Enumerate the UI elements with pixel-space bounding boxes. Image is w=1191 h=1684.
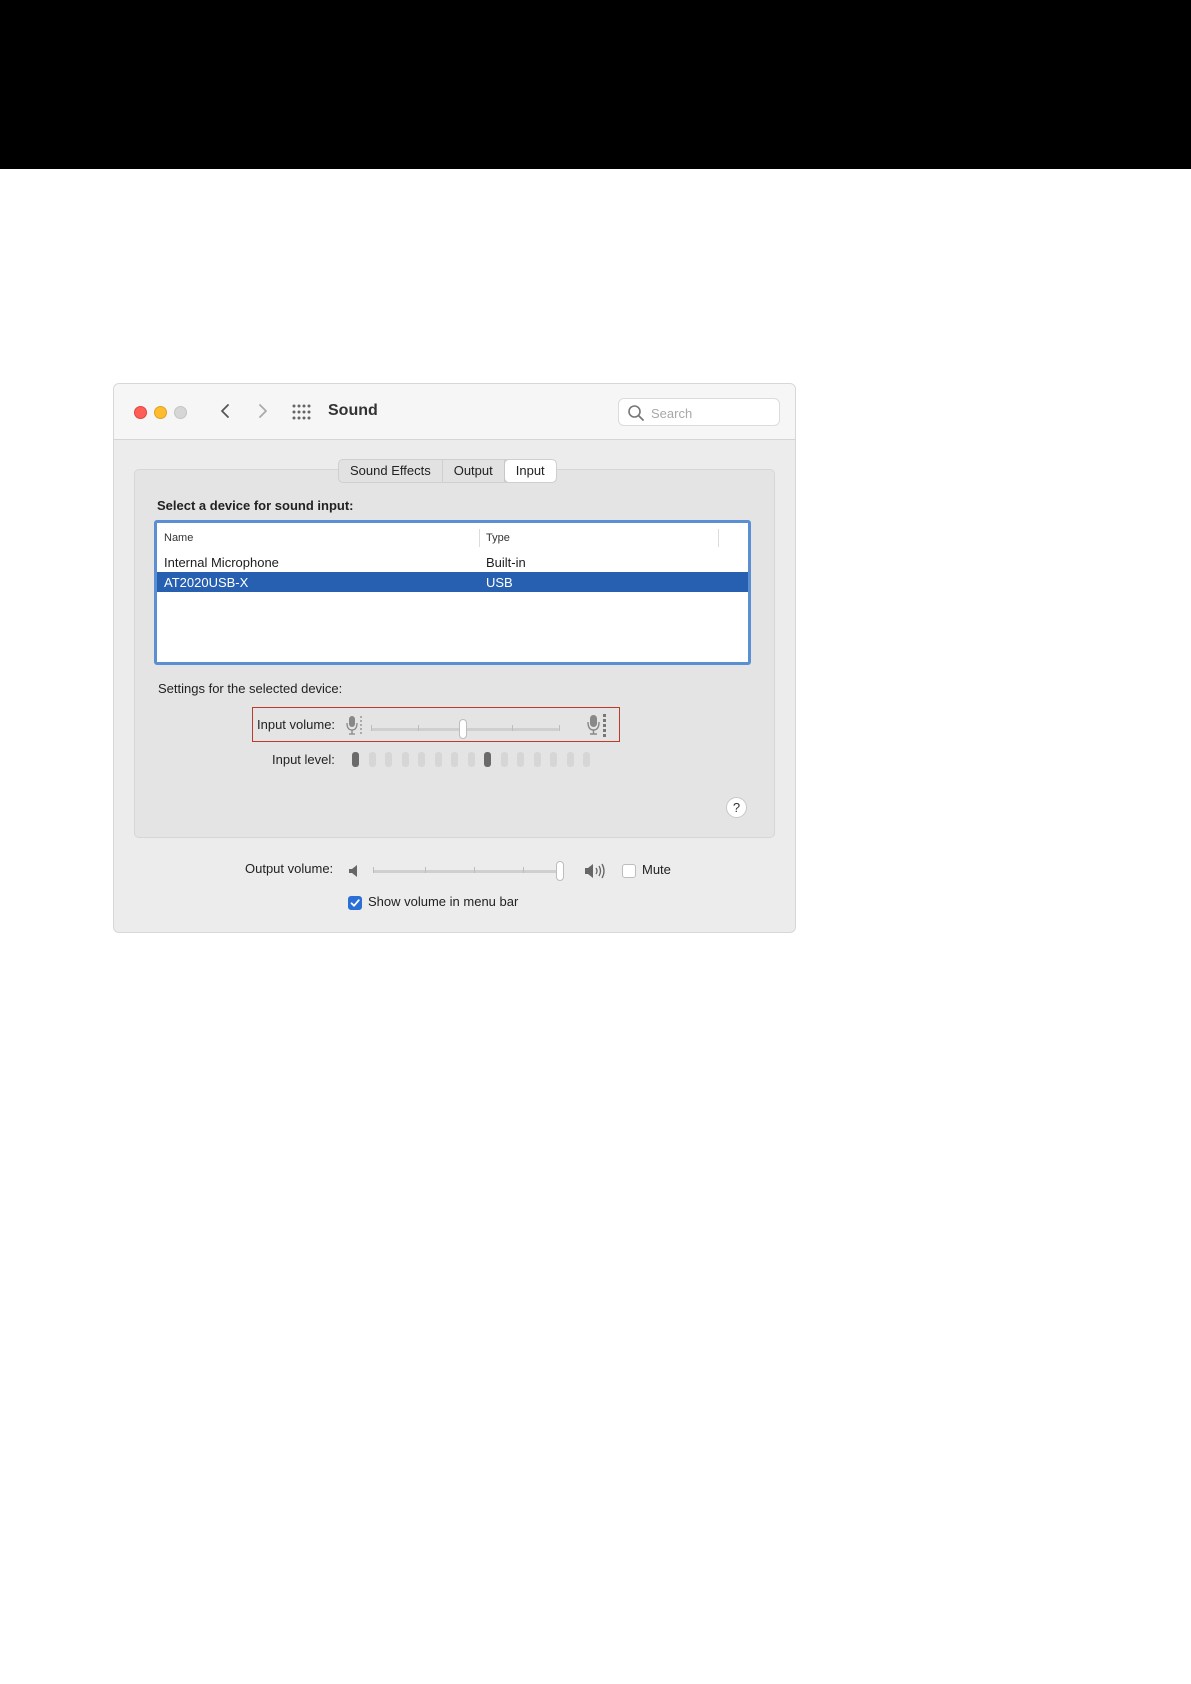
output-volume-slider-knob[interactable]: [556, 861, 564, 881]
back-button[interactable]: [215, 398, 237, 424]
level-bar: [533, 752, 541, 767]
show-volume-label[interactable]: Show volume in menu bar: [368, 894, 518, 909]
search-input[interactable]: [649, 403, 777, 423]
speaker-low-icon: [349, 865, 357, 877]
column-divider: [718, 529, 719, 547]
column-divider: [479, 529, 480, 547]
slider-tick: [418, 725, 419, 731]
column-header-type[interactable]: Type: [486, 532, 510, 544]
input-volume-slider-knob[interactable]: [459, 719, 468, 739]
tab-output[interactable]: Output: [443, 460, 505, 482]
input-volume-highlight: Input volume:: [252, 707, 620, 742]
tab-sound-effects[interactable]: Sound Effects: [339, 460, 443, 482]
tab-input[interactable]: Input: [504, 460, 556, 482]
level-bar: [451, 752, 458, 767]
device-name: Internal Microphone: [164, 555, 279, 570]
column-header-name[interactable]: Name: [164, 532, 193, 544]
level-bar: [467, 752, 475, 767]
output-volume-track[interactable]: [373, 870, 560, 873]
mute-label[interactable]: Mute: [642, 862, 671, 877]
window-title: Sound: [328, 402, 378, 419]
device-name: AT2020USB-X: [164, 575, 249, 590]
level-bar: [517, 752, 524, 767]
slider-tick: [523, 867, 524, 873]
chevron-left-icon: [221, 404, 229, 418]
microphone-low-icon: [346, 716, 362, 735]
help-button[interactable]: ?: [726, 797, 747, 818]
level-bar: [550, 752, 557, 767]
level-bar: [484, 752, 491, 767]
device-heading: Select a device for sound input:: [157, 498, 354, 513]
level-bar: [401, 752, 409, 767]
chevron-right-icon: [259, 404, 267, 418]
search-icon: [628, 405, 644, 421]
device-type: Built-in: [486, 555, 526, 570]
show-all-button[interactable]: [292, 404, 312, 420]
checkmark-icon: [350, 899, 360, 907]
slider-tick: [512, 725, 513, 731]
microphone-high-icon: [587, 714, 606, 737]
title-bar: Sound: [114, 384, 795, 440]
slider-tick: [425, 867, 426, 873]
tab-bar: Sound Effects Output Input: [338, 459, 557, 483]
input-level-label: Input level:: [272, 752, 335, 767]
level-bar: [583, 752, 590, 767]
input-volume-label: Input volume:: [257, 717, 336, 732]
level-bar: [385, 752, 392, 767]
level-bar: [566, 752, 574, 767]
slider-tick: [371, 725, 372, 731]
table-row[interactable]: Internal Microphone Built-in: [157, 552, 748, 572]
search-field[interactable]: [618, 398, 780, 426]
zoom-button[interactable]: [174, 406, 187, 419]
show-volume-checkbox[interactable]: [348, 896, 362, 910]
table-row-selected[interactable]: AT2020USB-X USB: [157, 572, 748, 592]
slider-tick: [474, 867, 475, 873]
minimize-button[interactable]: [154, 406, 167, 419]
grid-icon: [292, 404, 311, 420]
level-bar: [368, 752, 376, 767]
level-bar: [418, 752, 425, 767]
mute-checkbox[interactable]: [622, 864, 636, 878]
speaker-high-icon: [585, 863, 605, 879]
level-bar: [434, 752, 442, 767]
level-bar: [500, 752, 508, 767]
forward-button[interactable]: [252, 398, 274, 424]
slider-tick: [373, 867, 374, 873]
settings-heading: Settings for the selected device:: [158, 681, 343, 696]
level-bar: [352, 752, 359, 767]
device-type: USB: [486, 575, 513, 590]
output-volume-label: Output volume:: [245, 861, 334, 876]
input-device-table[interactable]: Name Type Internal Microphone Built-in A…: [154, 520, 751, 665]
top-black-banner: [0, 0, 1191, 169]
sound-preferences-window: Sound Sound Effects Output Input Select …: [113, 383, 796, 933]
slider-tick: [559, 725, 560, 731]
close-button[interactable]: [134, 406, 147, 419]
